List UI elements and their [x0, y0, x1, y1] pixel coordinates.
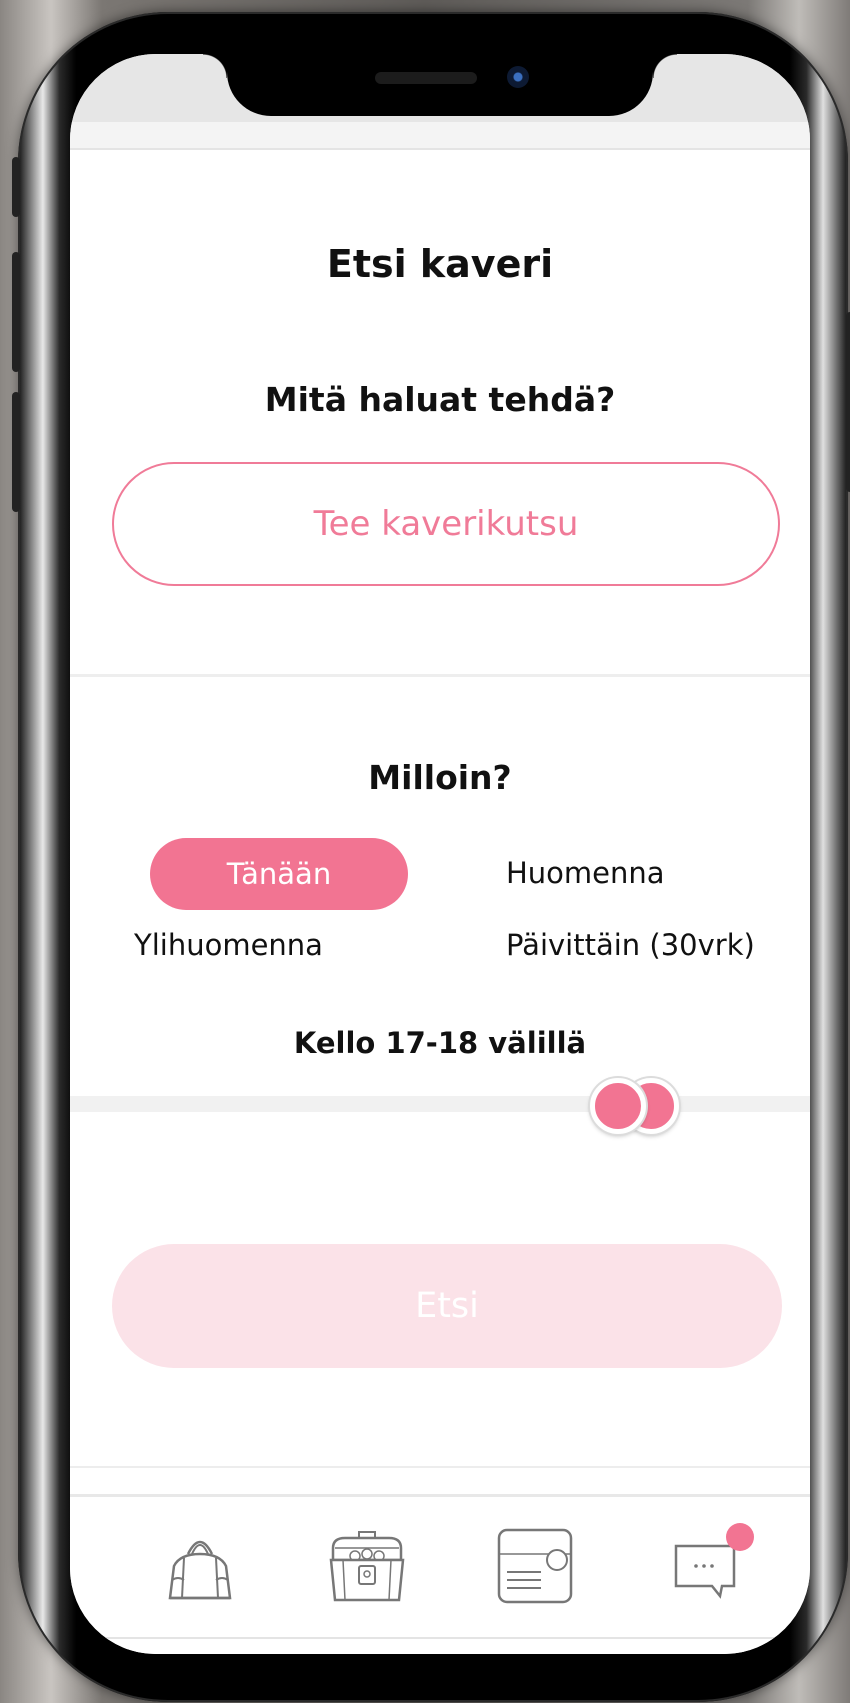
gym-bag-icon [168, 1540, 232, 1600]
tab-bar-divider [70, 1466, 810, 1468]
invite-friend-button[interactable]: Tee kaverikutsu [112, 462, 780, 586]
time-slider-start-handle[interactable] [590, 1078, 646, 1134]
search-button[interactable]: Etsi [112, 1244, 782, 1368]
phone-notch [203, 54, 677, 116]
day-option-daily[interactable]: Päivittäin (30vrk) [506, 928, 755, 962]
time-range-label: Kello 17-18 välillä [293, 1026, 587, 1060]
notification-badge [726, 1523, 754, 1551]
tab-profile-card[interactable] [490, 1521, 580, 1611]
treasure-chest-icon [329, 1531, 405, 1602]
power-button [846, 312, 850, 492]
volume-down-button [12, 392, 20, 512]
time-range-slider[interactable] [70, 1096, 810, 1112]
bottom-tab-bar [70, 1494, 810, 1654]
page-title: Etsi kaveri [326, 242, 554, 286]
app-screen: Etsi kaveri Mitä haluat tehdä? Tee kaver… [70, 54, 810, 1654]
home-indicator-area [70, 1637, 810, 1639]
front-camera [507, 66, 529, 88]
profile-card-icon [497, 1528, 573, 1604]
day-option-today[interactable]: Tänään [150, 838, 408, 910]
day-option-tomorrow[interactable]: Huomenna [506, 856, 665, 890]
mute-switch [12, 157, 20, 217]
tab-treasure-chest[interactable] [322, 1521, 412, 1611]
header-strip [70, 122, 810, 150]
tab-messages[interactable] [658, 1521, 758, 1611]
activity-question: Mitä haluat tehdä? [264, 380, 616, 419]
tab-gym-bag[interactable] [155, 1521, 245, 1611]
section-divider [70, 674, 810, 677]
volume-up-button [12, 252, 20, 372]
day-option-day-after-tomorrow[interactable]: Ylihuomenna [134, 928, 323, 962]
when-question: Milloin? [368, 758, 512, 797]
earpiece-speaker [375, 72, 477, 84]
